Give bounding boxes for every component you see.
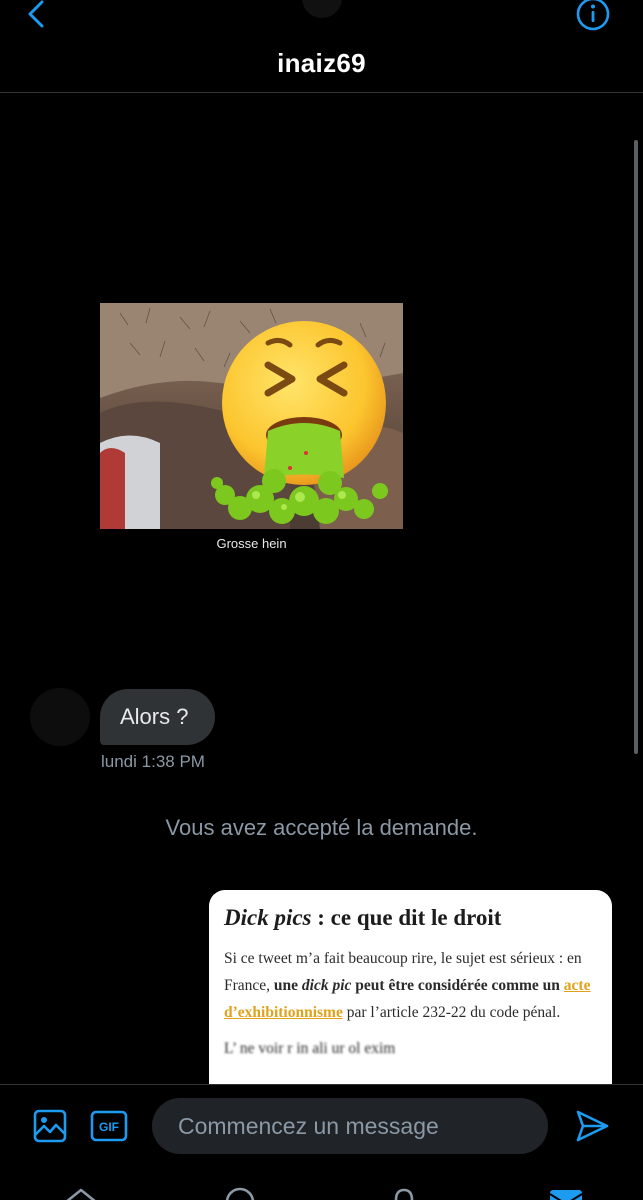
article-paragraph: Si ce tweet m’a fait beaucoup rire, le s…	[224, 945, 597, 1026]
notifications-icon[interactable]	[386, 1186, 422, 1200]
photo-caption: Grosse hein	[216, 536, 287, 551]
scrollbar[interactable]	[634, 140, 638, 754]
gif-icon: GIF	[90, 1110, 128, 1142]
request-accepted-note: Vous avez accepté la demande.	[165, 815, 478, 840]
article-text-end: par l’article 232-22 du code pénal.	[342, 1004, 561, 1021]
back-button[interactable]	[22, 0, 52, 32]
image-icon	[33, 1109, 67, 1143]
conversation-header: inaiz69	[0, 0, 643, 93]
media-button[interactable]	[32, 1108, 68, 1144]
photo-message[interactable]	[100, 303, 403, 529]
article-italic-term: dick pic	[301, 977, 352, 994]
bottom-tab-bar	[0, 1172, 643, 1200]
article-bold-text: une dick pic peut être considérée comme …	[273, 977, 564, 994]
gif-button[interactable]: GIF	[90, 1110, 128, 1142]
message-bubble[interactable]: Alors ?	[100, 689, 215, 745]
search-icon[interactable]	[222, 1186, 258, 1200]
chevron-left-icon	[28, 0, 44, 28]
article-next-paragraph: L’ ne voir r in ali ur ol exim	[224, 1040, 396, 1057]
article-heading: Dick pics : ce que dit le droit	[224, 905, 597, 931]
home-icon[interactable]	[63, 1186, 99, 1200]
article-heading-italic: Dick pics	[224, 905, 312, 930]
send-icon	[576, 1110, 609, 1142]
message-input[interactable]	[152, 1098, 548, 1154]
conversation-title[interactable]: inaiz69	[0, 48, 643, 79]
header-avatar[interactable]	[302, 0, 342, 18]
info-button[interactable]	[575, 0, 611, 34]
article-heading-rest: : ce que dit le droit	[311, 905, 502, 930]
send-button[interactable]	[574, 1108, 610, 1144]
info-icon	[576, 0, 610, 31]
messages-icon[interactable]	[548, 1186, 584, 1200]
svg-text:GIF: GIF	[99, 1120, 119, 1134]
message-timestamp: lundi 1:38 PM	[101, 752, 205, 771]
sender-avatar[interactable]	[30, 688, 90, 746]
